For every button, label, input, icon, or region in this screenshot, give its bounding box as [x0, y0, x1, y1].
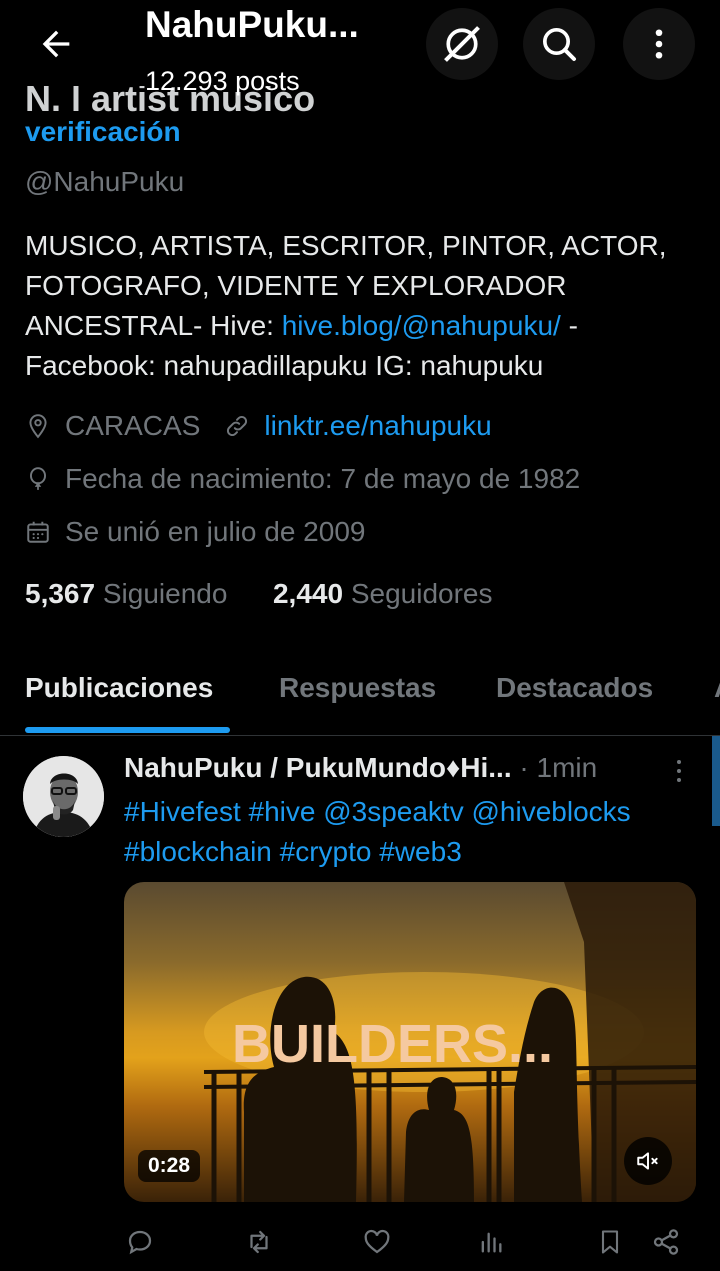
back-arrow-icon: [42, 30, 70, 58]
profile-website-link[interactable]: linktr.ee/nahupuku: [264, 410, 491, 442]
post-video[interactable]: BUILDERS...: [124, 882, 696, 1202]
video-title-overlay: BUILDERS...: [232, 1014, 553, 1074]
mute-icon: [637, 1152, 658, 1170]
profile-header: N. l artist musico NahuPuku... 12.293 po…: [0, 0, 720, 119]
followers-link[interactable]: 2,440 Seguidores: [273, 578, 493, 609]
profile-birthdate: Fecha de nacimiento: 7 de mayo de 1982: [65, 463, 581, 494]
profile-joined-date: Se unió en julio de 2009: [65, 516, 366, 547]
reply-icon: [128, 1230, 152, 1255]
more-vertical-icon: [655, 29, 663, 59]
back-button[interactable]: [30, 20, 82, 68]
views-icon: [481, 1232, 502, 1253]
calendar-icon: [27, 521, 49, 543]
bio-hive-link[interactable]: hive.blog/@nahupuku/: [282, 310, 561, 341]
post-author[interactable]: NahuPuku / PukuMundo♦Hi...: [124, 752, 512, 783]
profile-joined-row: Se unió en julio de 2009: [25, 516, 365, 548]
tab-publicaciones[interactable]: Publicaciones: [25, 672, 213, 704]
search-icon: [543, 28, 576, 61]
bookmark-button[interactable]: [590, 1222, 630, 1262]
search-button[interactable]: [523, 8, 595, 80]
grok-icon: [444, 26, 480, 62]
active-tab-indicator: [25, 727, 230, 733]
repost-button[interactable]: [239, 1222, 279, 1262]
header-post-count: 12.293 posts: [145, 66, 300, 96]
balloon-icon: [29, 467, 47, 490]
more-options-button[interactable]: [623, 8, 695, 80]
following-label: Siguiendo: [102, 578, 228, 609]
share-button[interactable]: [646, 1222, 686, 1262]
followers-count: 2,440: [272, 578, 344, 609]
video-duration: 0:28: [138, 1150, 201, 1182]
profile-bio: MUSICO, ARTISTA, ESCRITOR, PINTOR, ACTOR…: [25, 226, 705, 386]
avatar[interactable]: [23, 756, 104, 837]
following-count: 5,367: [25, 578, 96, 609]
post-text[interactable]: #Hivefest #hive @3speaktv @hiveblocks #b…: [124, 792, 704, 872]
tab-next-partial[interactable]: A: [714, 672, 720, 704]
more-icon: [677, 760, 681, 782]
share-icon: [653, 1229, 679, 1255]
post-header: NahuPuku / PukuMundo♦Hi... · 1min: [124, 752, 597, 784]
scroll-indicator: [712, 736, 720, 826]
repost-icon: [250, 1230, 268, 1254]
bookmark-icon: [601, 1230, 619, 1254]
tab-respuestas[interactable]: Respuestas: [279, 672, 436, 704]
verification-link[interactable]: verificación: [25, 116, 181, 148]
profile-location-website: CARACAS linktr.ee/nahupuku: [25, 410, 492, 442]
profile-birthdate-row: Fecha de nacimiento: 7 de mayo de 1982: [25, 463, 580, 495]
location-icon: [29, 414, 47, 439]
views-button[interactable]: [471, 1222, 511, 1262]
tab-destacados[interactable]: Destacados: [496, 672, 653, 704]
post-time[interactable]: · 1min: [519, 752, 597, 783]
like-icon: [364, 1229, 390, 1254]
link-icon: [227, 415, 248, 437]
like-button[interactable]: [357, 1222, 397, 1262]
follow-counts: 5,367 Siguiendo 2,440 Seguidores: [25, 578, 493, 610]
grok-button[interactable]: [426, 8, 498, 80]
header-title: NahuPuku...: [145, 4, 359, 45]
following-link[interactable]: 5,367 Siguiendo: [25, 578, 227, 609]
reply-button[interactable]: [120, 1222, 160, 1262]
post-more-button[interactable]: [662, 758, 696, 784]
profile-location: CARACAS: [65, 410, 201, 441]
tabs-divider: [0, 735, 720, 736]
profile-handle: @NahuPuku: [25, 166, 185, 197]
followers-label: Seguidores: [350, 578, 493, 609]
mute-button[interactable]: [624, 1137, 672, 1185]
